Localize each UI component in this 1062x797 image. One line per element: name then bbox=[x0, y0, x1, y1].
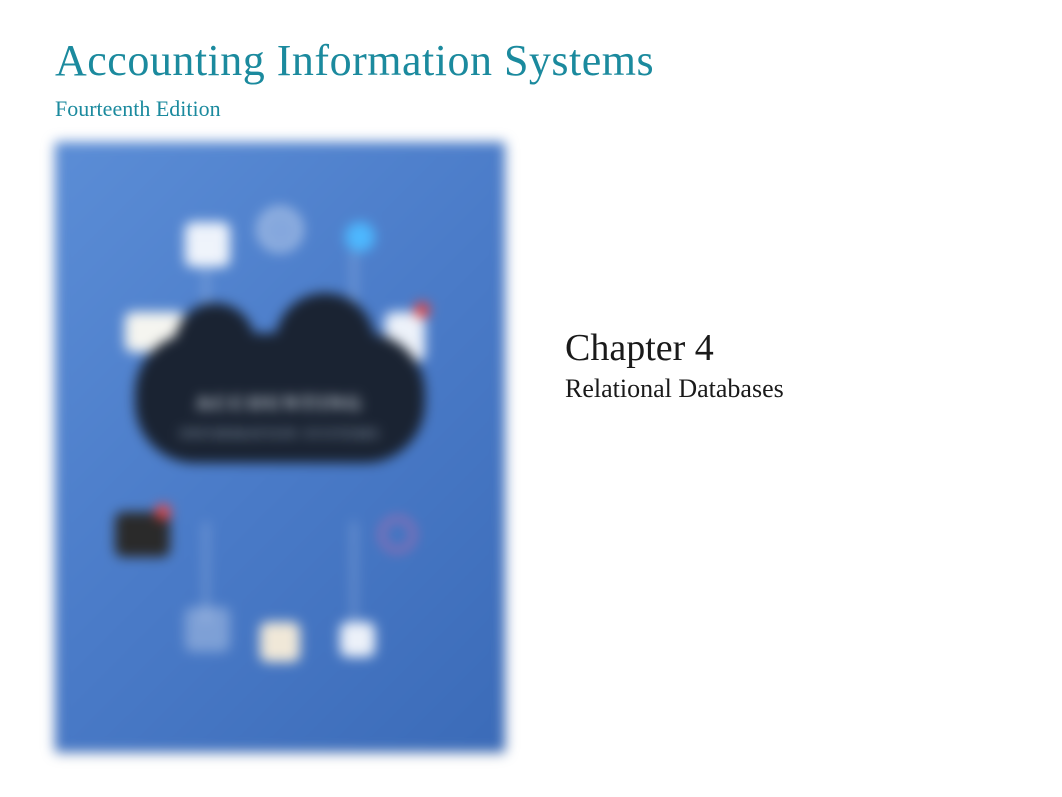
user-icon bbox=[260, 622, 300, 662]
cover-title-line-1: ACCOUNTING bbox=[196, 393, 365, 416]
chapter-info: Chapter 4 Relational Databases bbox=[565, 326, 784, 404]
device-icon bbox=[340, 622, 375, 657]
book-title: Accounting Information Systems bbox=[55, 35, 1007, 86]
device-icon bbox=[185, 607, 230, 652]
globe-icon bbox=[345, 222, 375, 252]
connector-line bbox=[353, 522, 355, 622]
book-edition: Fourteenth Edition bbox=[55, 96, 1007, 122]
book-cover-image: ACCOUNTING INFORMATION SYSTEMS bbox=[55, 142, 505, 752]
notification-dot-icon bbox=[155, 504, 171, 520]
clock-icon bbox=[380, 517, 415, 552]
content-area: ACCOUNTING INFORMATION SYSTEMS Chapter 4… bbox=[55, 142, 1007, 752]
notification-dot-icon bbox=[414, 302, 430, 318]
chapter-title: Relational Databases bbox=[565, 374, 784, 404]
chapter-number: Chapter 4 bbox=[565, 326, 784, 370]
cover-title-line-2: INFORMATION SYSTEMS bbox=[180, 427, 381, 443]
device-icon bbox=[185, 222, 230, 267]
headphones-icon bbox=[258, 207, 303, 252]
